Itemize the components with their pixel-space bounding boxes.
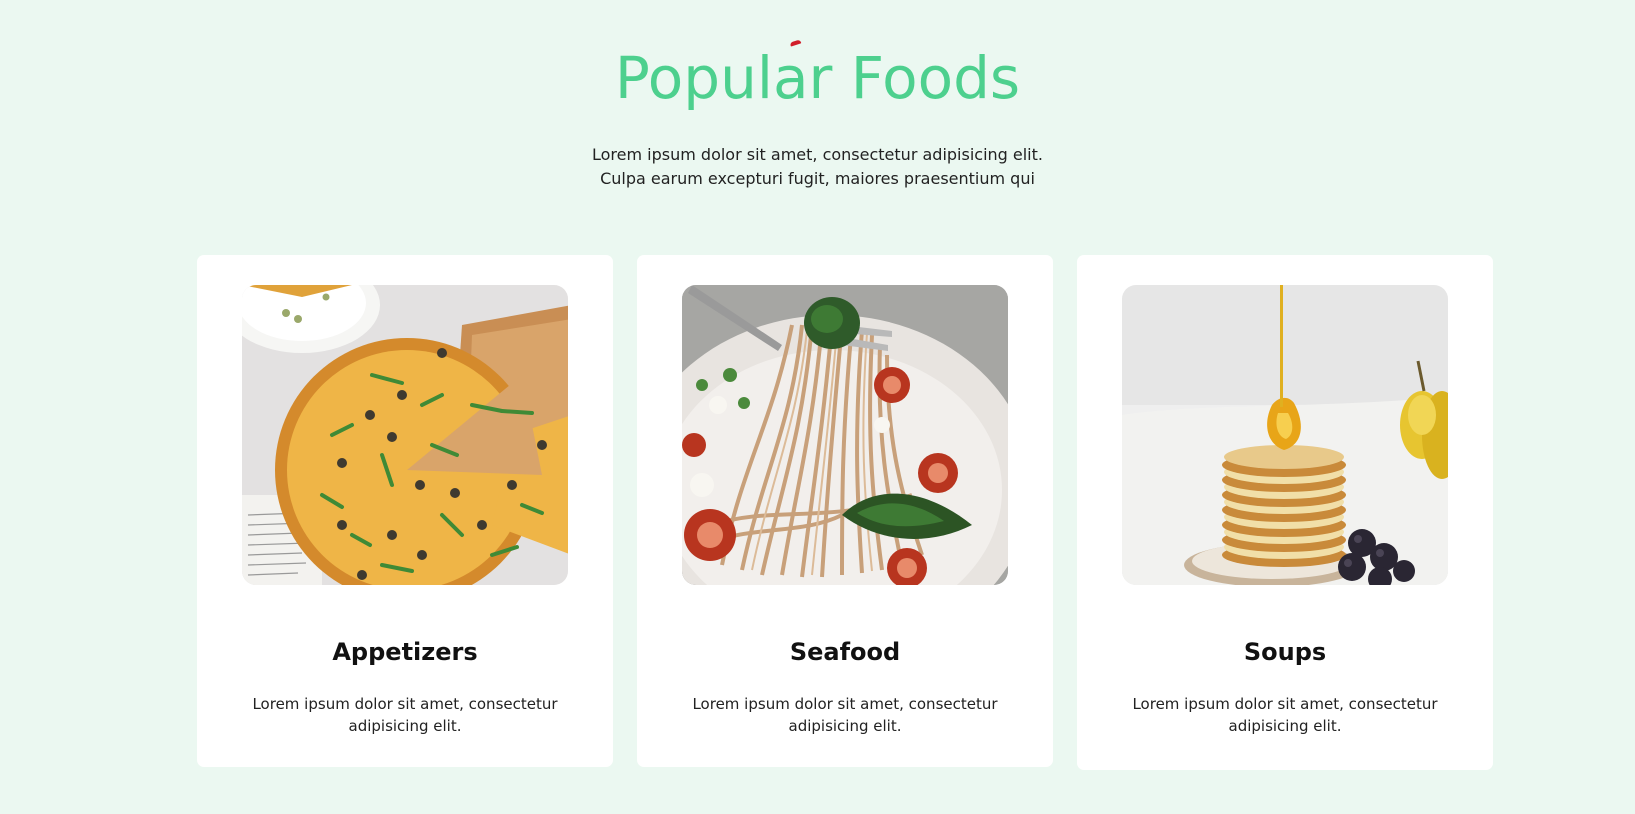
card-description: Lorem ipsum dolor sit amet, consectetur …	[1117, 693, 1453, 737]
section-title: Popular Foods	[614, 44, 1021, 112]
pizza-photo	[242, 285, 568, 585]
card-description: Lorem ipsum dolor sit amet, consectetur …	[237, 693, 573, 737]
food-card-soups[interactable]: Soups Lorem ipsum dolor sit amet, consec…	[1077, 255, 1493, 770]
card-description-line: Lorem ipsum dolor sit amet, consectetur	[1132, 695, 1438, 713]
food-card-appetizers[interactable]: Appetizers Lorem ipsum dolor sit amet, c…	[197, 255, 613, 767]
pancakes-photo	[1122, 285, 1448, 585]
card-description: Lorem ipsum dolor sit amet, consectetur …	[677, 693, 1013, 737]
card-description-line: adipisicing elit.	[348, 717, 462, 735]
card-title: Seafood	[789, 638, 901, 666]
section-subtitle: Lorem ipsum dolor sit amet, consectetur …	[0, 143, 1635, 191]
food-card-seafood[interactable]: Seafood Lorem ipsum dolor sit amet, cons…	[637, 255, 1053, 767]
card-description-line: adipisicing elit.	[788, 717, 902, 735]
pasta-photo	[682, 285, 1008, 585]
popular-foods-section: Popular Foods Lorem ipsum dolor sit amet…	[0, 0, 1635, 814]
subtitle-line-2: Culpa earum excepturi fugit, maiores pra…	[600, 169, 1035, 188]
card-description-line: Lorem ipsum dolor sit amet, consectetur	[692, 695, 998, 713]
card-title: Soups	[1243, 638, 1327, 666]
card-description-line: Lorem ipsum dolor sit amet, consectetur	[252, 695, 558, 713]
card-description-line: adipisicing elit.	[1228, 717, 1342, 735]
card-title: Appetizers	[332, 638, 478, 666]
subtitle-line-1: Lorem ipsum dolor sit amet, consectetur …	[592, 145, 1043, 164]
